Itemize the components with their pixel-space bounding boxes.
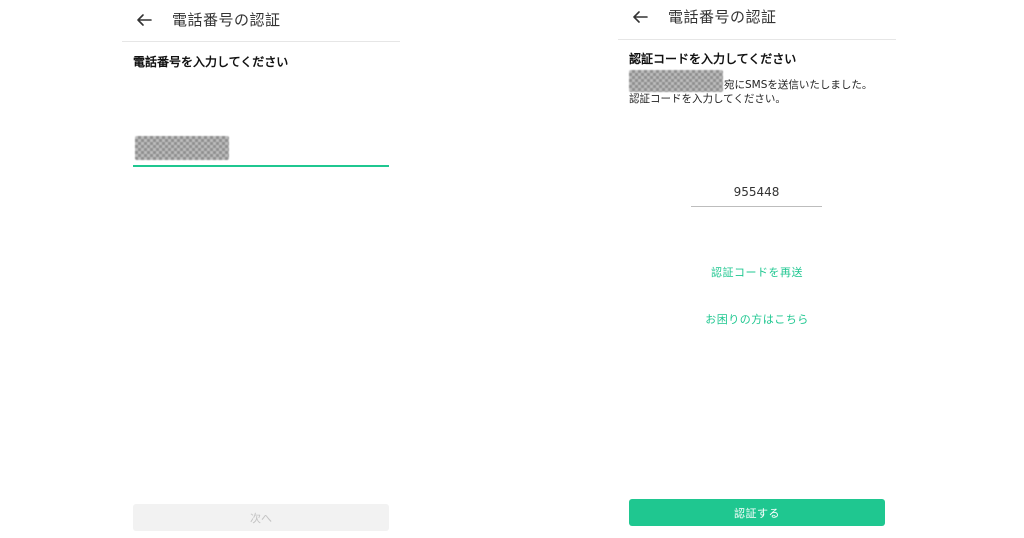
resend-code-link[interactable]: 認証コードを再送 — [618, 264, 896, 280]
sms-sent-note: 宛にSMSを送信いたしました。 認証コードを入力してください。 — [629, 70, 891, 106]
page-title: 電話番号の認証 — [172, 11, 281, 29]
arrow-left-icon — [137, 14, 152, 26]
phone-number-field[interactable] — [133, 133, 389, 167]
code-prompt: 認証コードを入力してください — [629, 52, 797, 66]
phone-prompt: 電話番号を入力してください — [133, 55, 289, 69]
arrow-left-icon — [633, 11, 648, 23]
help-link[interactable]: お困りの方はこちら — [618, 311, 896, 327]
phone-entry-screen: 電話番号の認証 電話番号を入力してください 次へ — [122, 0, 400, 538]
sms-note-line1: 宛にSMSを送信いたしました。 — [724, 79, 873, 91]
app-header: 電話番号の認証 — [618, 0, 896, 40]
back-button[interactable] — [132, 8, 156, 32]
back-button[interactable] — [628, 5, 652, 29]
redacted-phone-number — [629, 70, 723, 92]
code-entry-screen: 電話番号の認証 認証コードを入力してください 宛にSMSを送信いたしました。 認… — [618, 0, 896, 538]
redacted-phone-number — [135, 136, 229, 160]
next-button[interactable]: 次へ — [133, 504, 389, 531]
app-header: 電話番号の認証 — [122, 0, 400, 42]
page-title: 電話番号の認証 — [668, 8, 777, 26]
verify-button[interactable]: 認証する — [629, 499, 885, 526]
verification-code-input[interactable] — [691, 178, 822, 207]
sms-note-line2: 認証コードを入力してください。 — [629, 93, 786, 105]
